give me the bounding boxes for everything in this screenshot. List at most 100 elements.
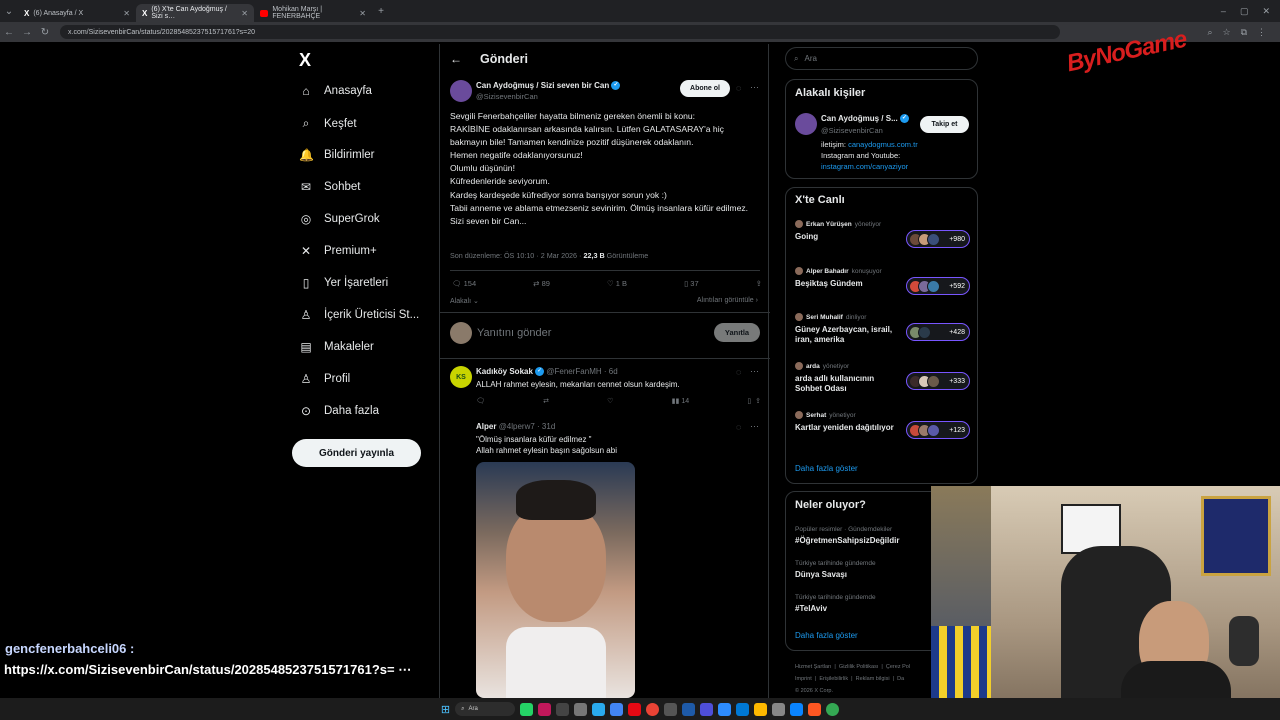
taskbar-search[interactable]: ⌕ Ara [455,702,516,716]
sidebar-item-premium[interactable]: ✕ Premium+ [299,244,377,258]
sidebar-item-mail[interactable]: ✉ Sohbet [299,180,360,194]
app-icon[interactable] [556,702,570,716]
live-listeners-pill[interactable]: +333 [906,372,970,390]
live-item[interactable]: Seri Muhalif dinliyor Güney Azerbaycan, is… [795,313,970,353]
post-timestamp[interactable]: Son düzenleme: ÖS 10:10 · 2 Mar 2026 · [450,251,583,260]
close-icon[interactable]: ✕ [359,9,366,18]
chrome-icon[interactable] [646,702,660,716]
reply-handle[interactable]: @4lperw7 · 31d [499,422,556,431]
folder-icon[interactable] [754,702,768,716]
sidebar-item-search[interactable]: ⌕ Keşfet [299,116,357,131]
reply-video-thumbnail[interactable] [476,462,635,698]
sidebar-item-creator[interactable]: ♙ İçerik Üreticisi St... [299,308,420,322]
views-action[interactable]: ▮▮ 14 [672,397,689,405]
footer-link[interactable]: Reklam bilgisi [856,676,890,682]
windows-start-icon[interactable]: ⊞ [441,703,450,716]
app-icon[interactable] [790,702,804,716]
app-icon[interactable] [826,702,840,716]
related-name[interactable]: Can Aydoğmuş / S... [821,114,898,123]
maximize-icon[interactable]: ▢ [1240,6,1249,17]
live-item[interactable]: Alper Bahadır konuşuyor Beşiktaş Gündem +59… [795,267,970,307]
footer-link[interactable]: Gizlilik Politikası [839,664,878,670]
tab-post[interactable]: X (6) X'te Can Aydoğmuş / Sizi s… ✕ [136,4,254,22]
live-item[interactable]: arda yönetiyor arda adlı kullanıcının Sohb… [795,362,970,402]
url-input[interactable]: x.com/SizisevenbirCan/status/20285485237… [60,25,1060,39]
sidebar-item-bell[interactable]: 🔔 Bildirimler [299,148,374,162]
minimize-icon[interactable]: – [1221,6,1226,17]
star-icon[interactable]: ☆ [1222,27,1230,38]
sidebar-item-profile[interactable]: ♙ Profil [299,372,351,386]
avatar[interactable]: KS [450,366,472,388]
menu-icon[interactable]: ⋮ [1257,27,1266,38]
app-icon[interactable] [808,702,822,716]
sidebar-item-bookmark[interactable]: ▯ Yer İşaretleri [299,276,388,290]
footer-link[interactable]: Erişilebilirlik [819,676,848,682]
bookmark-action[interactable]: ▯ 37 [684,279,699,288]
bookmark-icon[interactable]: ▯ [747,398,751,405]
sidebar-item-more-circle[interactable]: ⊙ Daha fazla [299,404,379,418]
heart-icon[interactable]: ♡ [607,397,613,405]
quotes-link[interactable]: Alıntıları görüntüle › [697,297,758,304]
back-icon[interactable]: ← [0,27,18,38]
trend-item[interactable]: Dünya Savaşı [795,570,847,579]
repost-icon[interactable]: ⇄ [543,397,549,405]
live-listeners-pill[interactable]: +123 [906,421,970,439]
reply-author[interactable]: Kadıköy Sokak [476,367,533,376]
related-handle[interactable]: @SizisevenbirCan [821,126,883,135]
subscribe-button[interactable]: Abone ol [680,80,730,97]
grok-icon[interactable]: ◌ [736,367,741,377]
more-icon[interactable]: ⋯ [750,366,759,377]
live-listeners-pill[interactable]: +980 [906,230,970,248]
reply-handle[interactable]: @FenerFanMH · 6d [546,367,617,376]
more-icon[interactable]: ⋯ [750,82,759,93]
close-icon[interactable]: ✕ [123,9,130,18]
reply-button[interactable]: Yanıtla [714,323,760,342]
live-listeners-pill[interactable]: +428 [906,323,970,341]
trend-item[interactable]: #TelAviv [795,604,827,613]
search-input[interactable]: ⌕ Ara [785,47,978,70]
avatar[interactable] [450,80,472,102]
footer-link[interactable]: Hizmet Şartları [795,664,831,670]
telegram-icon[interactable] [592,702,606,716]
footer-link[interactable]: Çerez Pol [886,664,910,670]
live-item[interactable]: Serhat yönetiyor Kartlar yeniden dağıtılıy… [795,411,970,451]
app-icon[interactable] [682,702,696,716]
post-author[interactable]: Can Aydoğmuş / Sizi seven bir Can [476,81,609,90]
bio-link[interactable]: canaydogmus.com.tr [848,140,918,149]
reply-icon[interactable]: 🗨︎ [476,397,485,405]
grok-icon[interactable]: ◌ [736,422,741,432]
footer-link[interactable]: Da [897,676,904,682]
app-icon[interactable] [664,702,678,716]
trend-item[interactable]: #ÖğretmenSahipsizDeğildir [795,536,899,545]
more-icon[interactable]: ⋯ [750,421,759,432]
app-icon[interactable] [736,702,750,716]
reply-input[interactable]: Yanıtını gönder [477,327,551,339]
app-icon[interactable] [700,702,714,716]
app-icon[interactable] [772,702,786,716]
avatar[interactable] [795,113,817,135]
sidebar-item-grok[interactable]: ◎ SuperGrok [299,212,380,226]
avatar[interactable] [450,322,472,344]
whatsapp-icon[interactable] [520,702,534,716]
grok-icon[interactable]: ◌ [736,83,741,93]
reload-icon[interactable]: ↻ [36,27,54,38]
sort-dropdown[interactable]: Alakalı ⌄ [450,297,479,305]
live-show-more[interactable]: Daha fazla göster [795,464,858,473]
reply-action[interactable]: 🗨︎ 154 [452,279,476,288]
bio-link[interactable]: instagram.com/canyaziyor [821,162,908,171]
tab-youtube[interactable]: Mohikan Marşı | FENERBAHÇE ✕ [254,4,372,22]
close-window-icon[interactable]: ✕ [1262,6,1270,17]
back-arrow-icon[interactable]: ← [450,52,462,66]
app-icon[interactable] [574,702,588,716]
zoom-icon[interactable]: ⌕ [1207,27,1212,38]
new-tab-button[interactable]: + [372,6,390,17]
tab-list-icon[interactable]: ⌄ [0,6,18,17]
post-handle[interactable]: @SizisevenbirCan [476,92,538,101]
x-logo-icon[interactable]: X [299,50,311,71]
forward-icon[interactable]: → [18,27,36,38]
repost-action[interactable]: ⇄ 89 [533,279,550,288]
follow-button[interactable]: Takip et [920,116,969,133]
post-button[interactable]: Gönderi yayınla [292,439,421,467]
sidebar-item-home[interactable]: ⌂ Anasayfa [299,84,372,98]
tab-home[interactable]: X (6) Anasayfa / X ✕ [18,4,136,22]
